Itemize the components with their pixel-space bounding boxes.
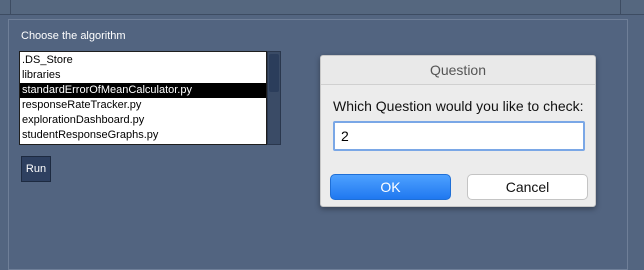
panel-title: Choose the algorithm xyxy=(21,30,126,42)
question-dialog: Question Which Question would you like t… xyxy=(320,55,596,207)
scrollbar-thumb[interactable] xyxy=(269,54,279,92)
file-item[interactable]: .DS_Store xyxy=(20,53,266,68)
question-input[interactable] xyxy=(333,121,585,151)
file-item-selected[interactable]: standardErrorOfMeanCalculator.py xyxy=(20,83,266,98)
dialog-titlebar: Question xyxy=(321,56,595,85)
file-item[interactable]: responseRateTracker.py xyxy=(20,98,266,113)
top-panel-right-border xyxy=(620,0,621,14)
file-item[interactable]: studentResponseGraphs.py xyxy=(20,128,266,143)
file-item[interactable]: libraries xyxy=(20,68,266,83)
file-item[interactable]: explorationDashboard.py xyxy=(20,113,266,128)
dialog-title: Question xyxy=(429,62,487,78)
top-panel-edge xyxy=(0,0,644,15)
top-panel-left-border xyxy=(10,0,11,14)
dialog-prompt: Which Question would you like to check: xyxy=(333,98,584,114)
file-list-scrollbar[interactable] xyxy=(267,51,281,145)
ok-button[interactable]: OK xyxy=(330,174,451,200)
run-button[interactable]: Run xyxy=(21,156,51,182)
file-list[interactable]: .DS_Store libraries standardErrorOfMeanC… xyxy=(19,51,267,145)
cancel-button[interactable]: Cancel xyxy=(467,174,588,200)
